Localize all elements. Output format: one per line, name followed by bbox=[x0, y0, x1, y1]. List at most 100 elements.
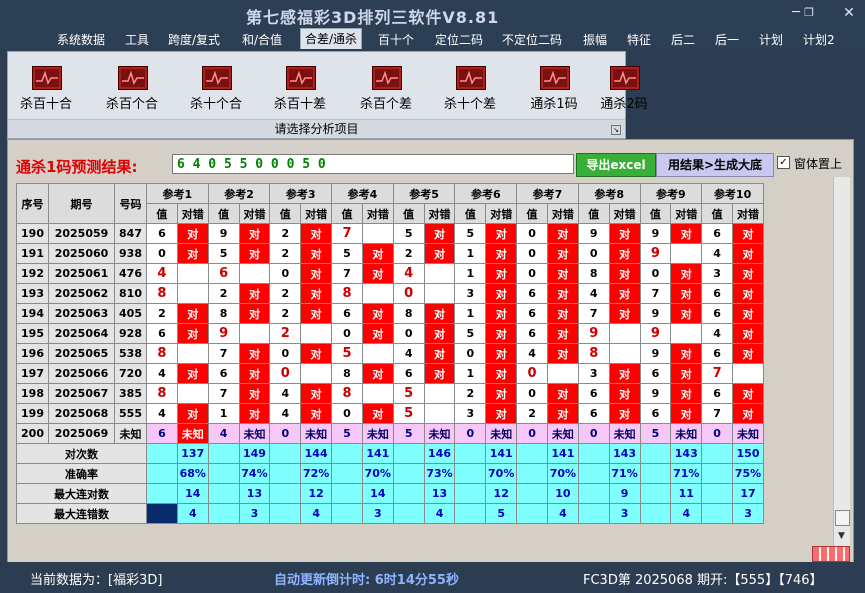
table-row[interactable]: 198 2025067 385 8 7 对 4 对 8 5 2 对 0 对 6 对 9 对 6 对 bbox=[16, 383, 764, 404]
menu-item-8[interactable]: 振幅 bbox=[583, 31, 607, 48]
restore-icon[interactable]: ❐ bbox=[798, 4, 820, 22]
cell-value: 0 bbox=[516, 383, 548, 404]
stats-value: 141 bbox=[546, 443, 579, 464]
ribbon-button-5[interactable]: 杀十个差 bbox=[432, 64, 508, 114]
cell-miss bbox=[361, 283, 394, 304]
subheader-value: 值 bbox=[639, 203, 672, 224]
table-row[interactable]: 195 2025064 928 6 对 9 2 0 对 0 对 5 对 6 对 9 9 4 对 bbox=[16, 323, 764, 344]
cell-hit: 对 bbox=[608, 223, 641, 244]
cell-value: 9 bbox=[639, 343, 672, 364]
scrollbar-thumb[interactable] bbox=[835, 510, 850, 526]
ribbon-button-2[interactable]: 杀十个合 bbox=[178, 64, 254, 114]
stats-row: 准确率 68% 74% 72% 70% 73% 70% 70% 71% 71% 75% bbox=[16, 463, 764, 484]
menu-item-2[interactable]: 跨度/复式 bbox=[168, 31, 220, 48]
stats-spacer bbox=[577, 503, 610, 524]
export-excel-button[interactable]: 导出excel bbox=[576, 153, 656, 177]
stats-value: 74% bbox=[238, 463, 271, 484]
cell-value: 4 bbox=[146, 403, 178, 424]
stats-spacer bbox=[269, 443, 302, 464]
stats-spacer bbox=[146, 463, 178, 484]
close-icon[interactable]: ✕ bbox=[838, 4, 860, 22]
cell-value: 4 bbox=[146, 263, 178, 284]
cell-hit: 对 bbox=[361, 363, 394, 384]
pending-check: 未知 bbox=[485, 423, 518, 444]
stats-value: 75% bbox=[732, 463, 764, 484]
stats-spacer bbox=[577, 443, 610, 464]
table-row[interactable]: 190 2025059 847 6 对 9 对 2 对 7 5 对 5 对 0 对 9 对 9 对 6 对 bbox=[16, 223, 764, 244]
cell-value: 7 bbox=[577, 303, 610, 324]
ribbon-button-0[interactable]: 杀百十合 bbox=[8, 64, 84, 114]
pending-value: 5 bbox=[331, 423, 363, 444]
table-row[interactable]: 194 2025063 405 2 对 8 对 2 对 6 对 8 对 1 对 6 对 7 对 9 对 6 对 bbox=[16, 303, 764, 324]
stats-spacer bbox=[207, 483, 240, 504]
ribbon-button-4[interactable]: 杀百个差 bbox=[348, 64, 424, 114]
menu-item-7[interactable]: 不定位二码 bbox=[502, 31, 562, 48]
cell-hit: 对 bbox=[485, 223, 518, 244]
cell-value: 4 bbox=[269, 403, 302, 424]
pending-value: 0 bbox=[577, 423, 610, 444]
cell-value: 6 bbox=[146, 223, 178, 244]
ribbon-button-1[interactable]: 杀百个合 bbox=[94, 64, 170, 114]
menu-item-11[interactable]: 后一 bbox=[715, 31, 739, 48]
stats-spacer bbox=[516, 503, 548, 524]
vertical-scrollbar[interactable]: ▼ bbox=[833, 177, 850, 547]
menu-item-13[interactable]: 计划2 bbox=[803, 31, 835, 48]
pending-value: 6 bbox=[146, 423, 178, 444]
stats-value: 14 bbox=[176, 483, 209, 504]
stats-spacer bbox=[146, 483, 178, 504]
ribbon-button-6[interactable]: 通杀1码 bbox=[516, 64, 592, 114]
cell-period: 2025065 bbox=[48, 343, 115, 364]
stats-spacer bbox=[639, 503, 672, 524]
cell-hit: 对 bbox=[732, 323, 764, 344]
scroll-down-icon[interactable]: ▼ bbox=[835, 529, 848, 543]
menu-item-4[interactable]: 合差/通杀 bbox=[300, 28, 363, 49]
menu-item-12[interactable]: 计划 bbox=[759, 31, 783, 48]
cell-hit: 对 bbox=[485, 243, 518, 264]
ribbon-button-7[interactable]: 通杀2码 bbox=[586, 64, 662, 114]
menu-item-10[interactable]: 后二 bbox=[671, 31, 695, 48]
cell-seq: 190 bbox=[16, 223, 49, 244]
cell-hit: 对 bbox=[361, 243, 394, 264]
cell-hit: 对 bbox=[670, 383, 703, 404]
cell-value: 6 bbox=[701, 303, 734, 324]
status-bar: 当前数据为：[福彩3D] 自动更新倒计时: 6时14分55秒 FC3D第 202… bbox=[0, 562, 865, 593]
table-row[interactable]: 197 2025066 720 4 对 6 对 0 8 对 6 对 1 对 0 3 对 6 对 7 bbox=[16, 363, 764, 384]
cell-value: 8 bbox=[331, 383, 363, 404]
launcher-icon[interactable]: ↘ bbox=[611, 125, 621, 135]
header-number: 号码 bbox=[114, 183, 147, 224]
table-row[interactable]: 192 2025061 476 4 6 0 对 7 对 4 1 对 0 对 8 对 0 对 3 对 bbox=[16, 263, 764, 284]
stats-row: 对次数 137 149 144 141 146 141 141 143 143 150 bbox=[16, 443, 764, 464]
stats-label: 对次数 bbox=[16, 443, 147, 464]
table-row[interactable]: 196 2025065 538 8 7 对 0 对 5 4 对 0 对 4 对 8 9 对 6 对 bbox=[16, 343, 764, 364]
menu-bar: 系统数据 工具 跨度/复式 和/合值 合差/通杀 百十个 定位二码 不定位二码 振幅 特征 后二 后一… bbox=[0, 28, 865, 50]
table-row[interactable]: 191 2025060 938 0 对 5 对 2 对 5 对 2 对 1 对 0 对 0 对 9 4 对 bbox=[16, 243, 764, 264]
menu-item-1[interactable]: 工具 bbox=[125, 31, 149, 48]
cell-period: 2025059 bbox=[48, 223, 115, 244]
stats-spacer bbox=[146, 503, 178, 524]
prediction-result-field[interactable]: 6 4 0 5 5 0 0 0 5 0 bbox=[172, 154, 574, 174]
table-row[interactable]: 199 2025068 555 4 对 1 对 4 对 0 对 5 3 对 2 对 6 对 6 对 7 对 bbox=[16, 403, 764, 424]
menu-item-5[interactable]: 百十个 bbox=[378, 31, 414, 48]
cell-value: 6 bbox=[701, 283, 734, 304]
menu-item-3[interactable]: 和/合值 bbox=[242, 31, 282, 48]
pending-row[interactable]: 200 2025069 未知 6 未知 4 未知 0 未知 5 未知 5 未知 0 未知 0 未知 0 未知 5 未知 0… bbox=[16, 423, 764, 444]
menu-item-0[interactable]: 系统数据 bbox=[57, 31, 105, 48]
cell-hit: 对 bbox=[485, 323, 518, 344]
topmost-checkbox[interactable]: ✓ bbox=[777, 156, 790, 169]
cell-hit: 对 bbox=[361, 303, 394, 324]
generate-base-button[interactable]: 用结果>生成大底 bbox=[656, 153, 774, 177]
stats-value: 5 bbox=[485, 503, 518, 524]
menu-item-9[interactable]: 特征 bbox=[627, 31, 651, 48]
cell-seq: 194 bbox=[16, 303, 49, 324]
ribbon-button-label: 杀十个差 bbox=[443, 97, 496, 112]
cell-value: 4 bbox=[146, 363, 178, 384]
cell-value: 7 bbox=[701, 403, 734, 424]
menu-item-6[interactable]: 定位二码 bbox=[435, 31, 483, 48]
table-row[interactable]: 193 2025062 810 8 2 对 2 对 8 0 3 对 6 对 4 对 7 对 6 对 bbox=[16, 283, 764, 304]
pending-check: 未知 bbox=[670, 423, 703, 444]
stats-spacer bbox=[392, 463, 425, 484]
ribbon-button-label: 杀百十差 bbox=[273, 97, 326, 112]
stats-spacer bbox=[331, 463, 363, 484]
ribbon-button-3[interactable]: 杀百十差 bbox=[262, 64, 338, 114]
cell-miss bbox=[423, 263, 456, 284]
